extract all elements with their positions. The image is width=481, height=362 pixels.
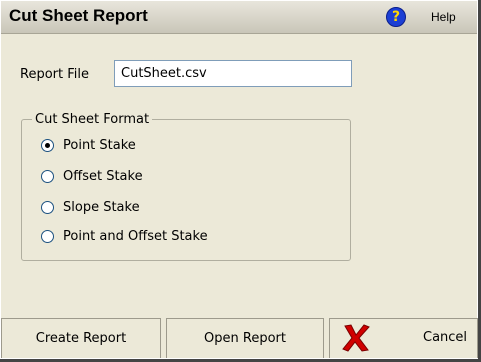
title-bar: Cut Sheet Report ? Help [1, 1, 477, 34]
help-button[interactable]: Help [431, 10, 456, 24]
window-title: Cut Sheet Report [9, 6, 148, 25]
report-file-label: Report File [20, 67, 89, 82]
radio-label: Offset Stake [63, 169, 143, 184]
cut-sheet-format-legend: Cut Sheet Format [32, 112, 153, 127]
cancel-label: Cancel [423, 330, 468, 345]
open-report-button[interactable]: Open Report [166, 318, 324, 358]
red-x-icon [342, 324, 370, 352]
open-report-label: Open Report [204, 331, 286, 346]
radio-button[interactable] [41, 170, 54, 183]
radio-button[interactable] [41, 201, 54, 214]
radio-label: Point Stake [63, 138, 136, 153]
cut-sheet-report-window: Cut Sheet Report ? Help Report File Cut … [0, 0, 481, 362]
radio-button[interactable] [41, 139, 54, 152]
radio-label: Slope Stake [63, 200, 140, 215]
report-file-input[interactable] [114, 60, 352, 87]
create-report-button[interactable]: Create Report [1, 318, 161, 358]
cancel-button[interactable]: Cancel [329, 318, 478, 358]
radio-button[interactable] [41, 230, 54, 243]
create-report-label: Create Report [35, 331, 127, 346]
radio-label: Point and Offset Stake [63, 229, 208, 244]
help-icon[interactable]: ? [386, 7, 406, 27]
